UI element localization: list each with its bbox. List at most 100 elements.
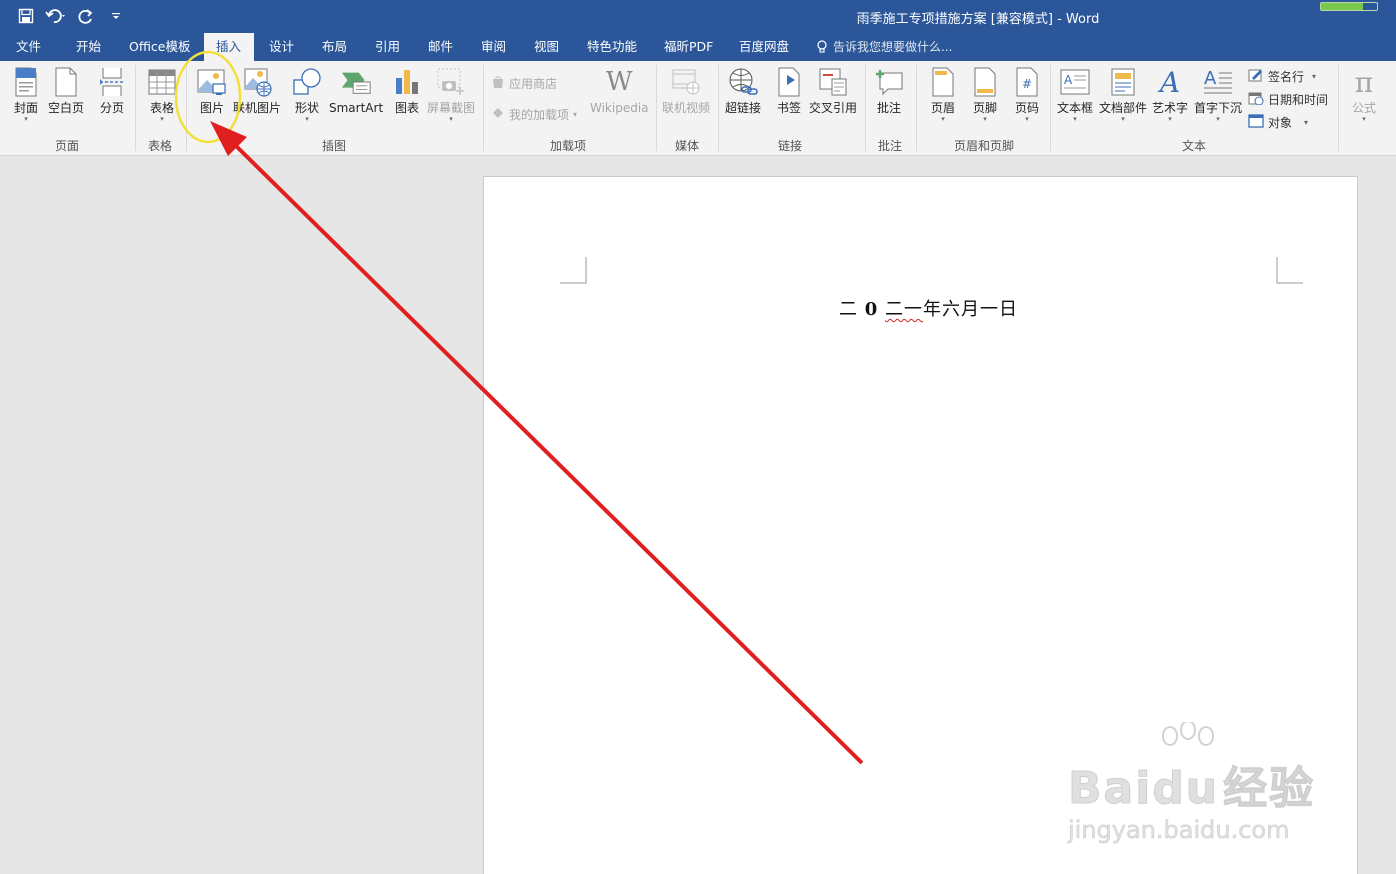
store-button[interactable]: 应用商店 (491, 75, 557, 92)
tab-baidu-netdisk[interactable]: 百度网盘 (729, 33, 799, 61)
doc-text-part-3: 二一 (885, 299, 923, 320)
date-time-label: 日期和时间 (1268, 93, 1329, 107)
tab-file[interactable]: 文件 (6, 33, 51, 61)
tab-review[interactable]: 审阅 (471, 33, 516, 61)
cross-reference-button[interactable]: 交叉引用 (809, 66, 857, 115)
group-separator (135, 65, 136, 151)
footer-label: 页脚 (972, 101, 997, 115)
wikipedia-icon: W (605, 67, 633, 97)
online-video-icon (670, 66, 702, 98)
bookmark-button[interactable]: 书签 (773, 66, 805, 115)
blank-page-label: 空白页 (48, 101, 85, 115)
tab-insert[interactable]: 插入 (204, 33, 254, 61)
table-button[interactable]: 表格 ▾ (146, 66, 178, 123)
wordart-icon: A (1159, 65, 1181, 99)
online-video-button[interactable]: 联机视频 (662, 66, 710, 115)
dropdown-icon: ▾ (1121, 115, 1125, 123)
group-label-illustrations: 插图 (321, 139, 346, 153)
picture-button[interactable]: 图片 (196, 66, 228, 115)
screenshot-label: 屏幕截图 (427, 101, 476, 115)
shapes-label: 形状 (294, 101, 319, 115)
quick-parts-button[interactable]: 文档部件 ▾ (1099, 66, 1147, 123)
watermark-brand: Bai (1067, 763, 1153, 815)
group-label-header-footer: 页眉和页脚 (953, 139, 1014, 153)
dropdown-icon: ▾ (1073, 115, 1077, 123)
dropcap-label: 首字下沉 (1194, 101, 1243, 115)
lightbulb-icon (817, 40, 827, 53)
blank-page-icon (50, 66, 82, 98)
smartart-label: SmartArt (329, 101, 384, 115)
group-label-links: 链接 (777, 139, 802, 153)
online-picture-icon (241, 66, 273, 98)
group-separator (916, 65, 917, 151)
page-number-label: 页码 (1014, 101, 1039, 115)
dropcap-button[interactable]: A 首字下沉 ▾ (1194, 66, 1242, 123)
group-separator (718, 65, 719, 151)
group-separator (1050, 65, 1051, 151)
document-date-text[interactable]: 二 0 二一年六月一日 (839, 295, 1018, 321)
ribbon-tabs: 文件 开始 Office模板 插入 设计 布局 引用 邮件 审阅 视图 特色功能… (0, 33, 1396, 61)
header-label: 页眉 (930, 101, 955, 115)
screenshot-button[interactable]: 屏幕截图 ▾ (427, 66, 475, 123)
svg-text:A: A (1064, 73, 1073, 87)
my-addins-label: 我的加载项 (509, 108, 570, 122)
online-picture-button[interactable]: 联机图片 (233, 66, 281, 115)
cover-page-button[interactable]: 封面 ▾ (10, 66, 42, 123)
hyperlink-icon (727, 66, 759, 98)
chart-label: 图表 (394, 101, 419, 115)
margin-mark-top-left (560, 257, 587, 284)
hyperlink-button[interactable]: 超链接 (725, 66, 761, 115)
wikipedia-button[interactable]: W Wikipedia (590, 66, 649, 115)
dropdown-icon: ▾ (305, 115, 309, 123)
object-button[interactable]: 对象 ▾ (1248, 114, 1308, 131)
dropdown-icon: ▾ (1216, 115, 1220, 123)
page-number-button[interactable]: # 页码 ▾ (1011, 66, 1043, 123)
watermark-url: jingyan.baidu.com (1068, 816, 1290, 845)
page-break-label: 分页 (99, 101, 124, 115)
footer-button[interactable]: 页脚 ▾ (969, 66, 1001, 123)
tab-mailings[interactable]: 邮件 (418, 33, 463, 61)
header-icon (927, 66, 959, 98)
calendar-icon (1248, 91, 1264, 108)
tab-foxit-pdf[interactable]: 福昕PDF (654, 33, 723, 61)
quick-parts-label: 文档部件 (1099, 101, 1148, 115)
paw-logo-icon (1162, 722, 1214, 746)
tab-home[interactable]: 开始 (66, 33, 111, 61)
comment-button[interactable]: 批注 (873, 66, 905, 115)
header-button[interactable]: 页眉 ▾ (927, 66, 959, 123)
chart-button[interactable]: 图表 (391, 66, 423, 115)
shapes-button[interactable]: 形状 ▾ (291, 66, 323, 123)
tab-references[interactable]: 引用 (365, 33, 410, 61)
smartart-button[interactable]: SmartArt (329, 66, 383, 115)
wordart-button[interactable]: A 艺术字 ▾ (1152, 65, 1188, 124)
blank-page-button[interactable]: 空白页 (48, 66, 84, 115)
date-time-button[interactable]: 日期和时间 (1248, 91, 1328, 108)
tab-design[interactable]: 设计 (259, 33, 304, 61)
dropdown-icon: ▾ (449, 115, 453, 123)
tab-layout[interactable]: 布局 (312, 33, 357, 61)
signature-line-button[interactable]: 签名行 ▾ (1248, 68, 1316, 85)
baidu-jingyan-watermark: Baidu经验 jingyan.baidu.com (1067, 722, 1315, 845)
tab-view[interactable]: 视图 (524, 33, 569, 61)
picture-label: 图片 (199, 101, 224, 115)
wikipedia-label: Wikipedia (590, 101, 649, 115)
dropdown-icon: ▾ (1312, 72, 1317, 81)
table-icon (146, 66, 178, 98)
tell-me-text: 告诉我您想要做什么... (833, 40, 953, 54)
dropdown-icon: ▾ (24, 115, 28, 123)
signature-line-label: 签名行 (1268, 70, 1305, 84)
equation-button[interactable]: π 公式 ▾ (1348, 66, 1380, 124)
page-break-button[interactable]: 分页 (96, 66, 128, 115)
dropdown-icon: ▾ (160, 115, 164, 123)
tab-office-templates[interactable]: Office模板 (119, 33, 201, 61)
tell-me-box[interactable]: 告诉我您想要做什么... (816, 33, 952, 61)
textbox-button[interactable]: A 文本框 ▾ (1057, 66, 1093, 123)
tab-special-features[interactable]: 特色功能 (577, 33, 647, 61)
my-addins-button[interactable]: 我的加载项 ▾ (491, 106, 577, 123)
svg-text:#: # (1022, 77, 1032, 91)
dropdown-icon: ▾ (983, 115, 987, 123)
group-label-comments: 批注 (877, 139, 902, 153)
margin-mark-top-right (1276, 257, 1303, 284)
equation-label: 公式 (1351, 101, 1376, 115)
group-label-text: 文本 (1181, 139, 1206, 153)
